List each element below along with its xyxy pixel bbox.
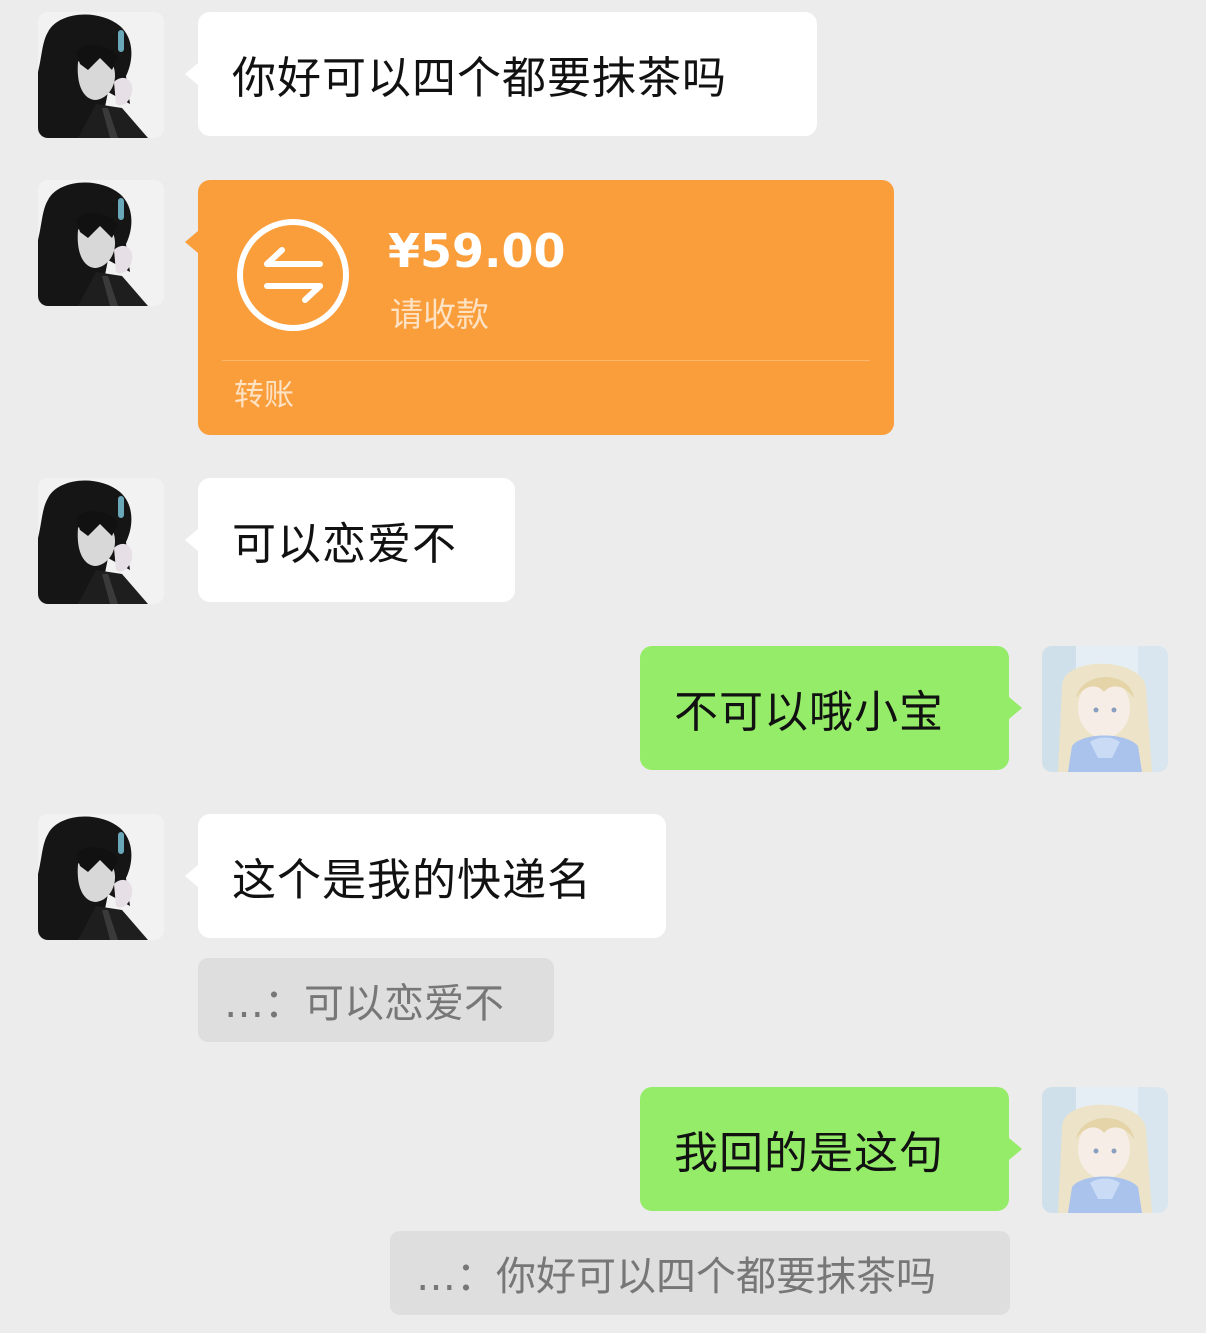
contact-avatar[interactable] [38,12,164,138]
incoming-message-bubble[interactable]: 这个是我的快递名 [198,814,666,938]
incoming-message-bubble[interactable]: 可以恋爱不 [198,478,515,602]
transfer-amount: ¥59.00 [388,224,566,278]
bubble-tail [185,231,198,253]
transfer-divider [222,360,870,361]
bubble-tail [185,529,198,551]
bubble-tail [1009,697,1022,719]
outgoing-message-bubble[interactable]: 我回的是这句 [640,1087,1009,1211]
transfer-arrows-icon [237,219,349,331]
bubble-tail [185,63,198,85]
contact-avatar[interactable] [38,180,164,306]
my-avatar[interactable] [1042,1087,1168,1213]
quoted-reply[interactable]: …：你好可以四个都要抹茶吗 [390,1231,1010,1315]
quoted-reply[interactable]: …：可以恋爱不 [198,958,554,1042]
bubble-tail [185,865,198,887]
transfer-card[interactable]: ¥59.00 请收款 转账 [198,180,894,435]
my-avatar[interactable] [1042,646,1168,772]
outgoing-message-bubble[interactable]: 不可以哦小宝 [640,646,1009,770]
contact-avatar[interactable] [38,478,164,604]
bubble-tail [1009,1138,1022,1160]
incoming-message-bubble[interactable]: 你好可以四个都要抹茶吗 [198,12,817,136]
transfer-status: 请收款 [390,295,489,334]
contact-avatar[interactable] [38,814,164,940]
transfer-caption: 转账 [234,378,294,413]
